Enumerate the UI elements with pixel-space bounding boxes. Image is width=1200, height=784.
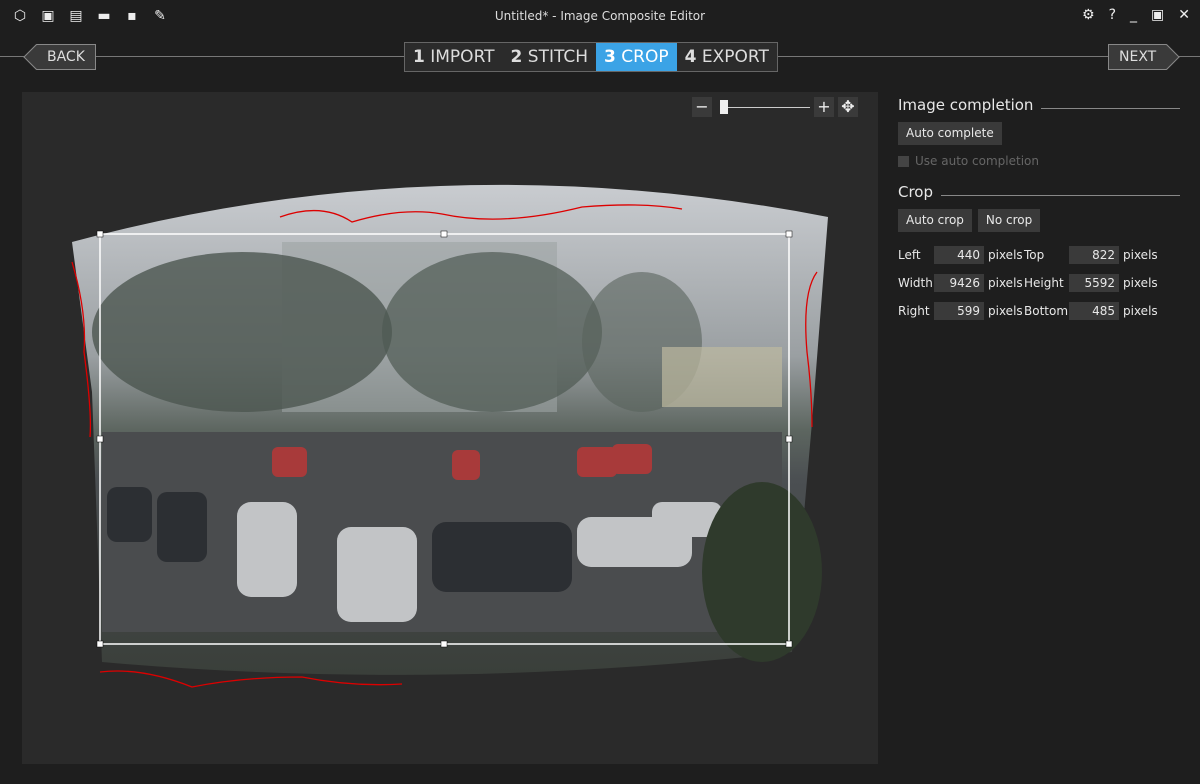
window-title: Untitled* - Image Composite Editor <box>494 9 706 23</box>
top-label: Top <box>1024 248 1045 262</box>
no-crop-button[interactable]: No crop <box>977 209 1041 232</box>
bottom-label: Bottom <box>1024 304 1069 318</box>
unit-label: pixels <box>1123 304 1158 318</box>
unit-label: pixels <box>988 248 1023 262</box>
step-number: 4 <box>684 47 697 67</box>
fit-to-window-icon[interactable]: ✥ <box>838 97 858 117</box>
auto-crop-button[interactable]: Auto crop <box>898 209 972 232</box>
next-label: NEXT <box>1119 49 1157 65</box>
back-label: BACK <box>47 49 85 65</box>
zoom-slider[interactable] <box>716 97 810 117</box>
image-completion-heading: Image completion <box>898 96 1034 114</box>
step-stitch[interactable]: 2 STITCH <box>503 43 596 71</box>
step-label: IMPORT <box>430 47 495 67</box>
zoom-slider-thumb[interactable] <box>720 100 728 114</box>
step-label: CROP <box>621 47 669 67</box>
minimize-icon[interactable]: _ <box>1130 7 1137 23</box>
step-number: 1 <box>413 47 425 67</box>
zoom-controls: − + ✥ <box>692 97 858 117</box>
width-input[interactable]: 9426 <box>934 274 984 292</box>
step-label: EXPORT <box>701 47 769 67</box>
top-input[interactable]: 822 <box>1069 246 1119 264</box>
width-label: Width <box>898 276 933 290</box>
unit-label: pixels <box>988 276 1023 290</box>
left-label: Left <box>898 248 921 262</box>
zoom-in-button[interactable]: + <box>814 97 834 117</box>
next-button[interactable]: NEXT <box>1108 44 1168 70</box>
auto-complete-button[interactable]: Auto complete <box>898 122 1002 145</box>
unit-label: pixels <box>988 304 1023 318</box>
bottom-input[interactable]: 485 <box>1069 302 1119 320</box>
help-icon[interactable]: ? <box>1109 7 1116 23</box>
title-bar: ⬡ ▣ ▤ ▬ ▪ ✎ Untitled* - Image Composite … <box>0 0 1200 34</box>
step-crop[interactable]: 3 CROP <box>596 43 677 71</box>
close-icon[interactable]: ✕ <box>1178 7 1190 23</box>
right-label: Right <box>898 304 930 318</box>
crop-heading: Crop <box>898 183 934 201</box>
step-export[interactable]: 4 EXPORT <box>677 43 777 71</box>
maximize-icon[interactable]: ▣ <box>1151 7 1164 23</box>
zoom-out-button[interactable]: − <box>692 97 712 117</box>
use-auto-completion-checkbox[interactable]: Use auto completion <box>898 154 1180 168</box>
height-input[interactable]: 5592 <box>1069 274 1119 292</box>
crop-panel: Image completion Auto complete Use auto … <box>898 96 1180 320</box>
use-auto-completion-label: Use auto completion <box>915 154 1040 168</box>
left-input[interactable]: 440 <box>934 246 984 264</box>
right-input[interactable]: 599 <box>934 302 984 320</box>
gear-icon[interactable]: ⚙ <box>1082 7 1095 23</box>
height-label: Height <box>1024 276 1064 290</box>
panorama-canvas[interactable] <box>22 92 878 764</box>
back-button[interactable]: BACK <box>36 44 96 70</box>
step-number: 3 <box>604 47 616 67</box>
workflow-steps: 1 IMPORT 2 STITCH 3 CROP 4 EXPORT <box>404 42 778 72</box>
unit-label: pixels <box>1123 248 1158 262</box>
step-import[interactable]: 1 IMPORT <box>405 43 503 71</box>
unit-label: pixels <box>1123 276 1158 290</box>
step-label: STITCH <box>527 47 589 67</box>
step-number: 2 <box>510 47 523 67</box>
